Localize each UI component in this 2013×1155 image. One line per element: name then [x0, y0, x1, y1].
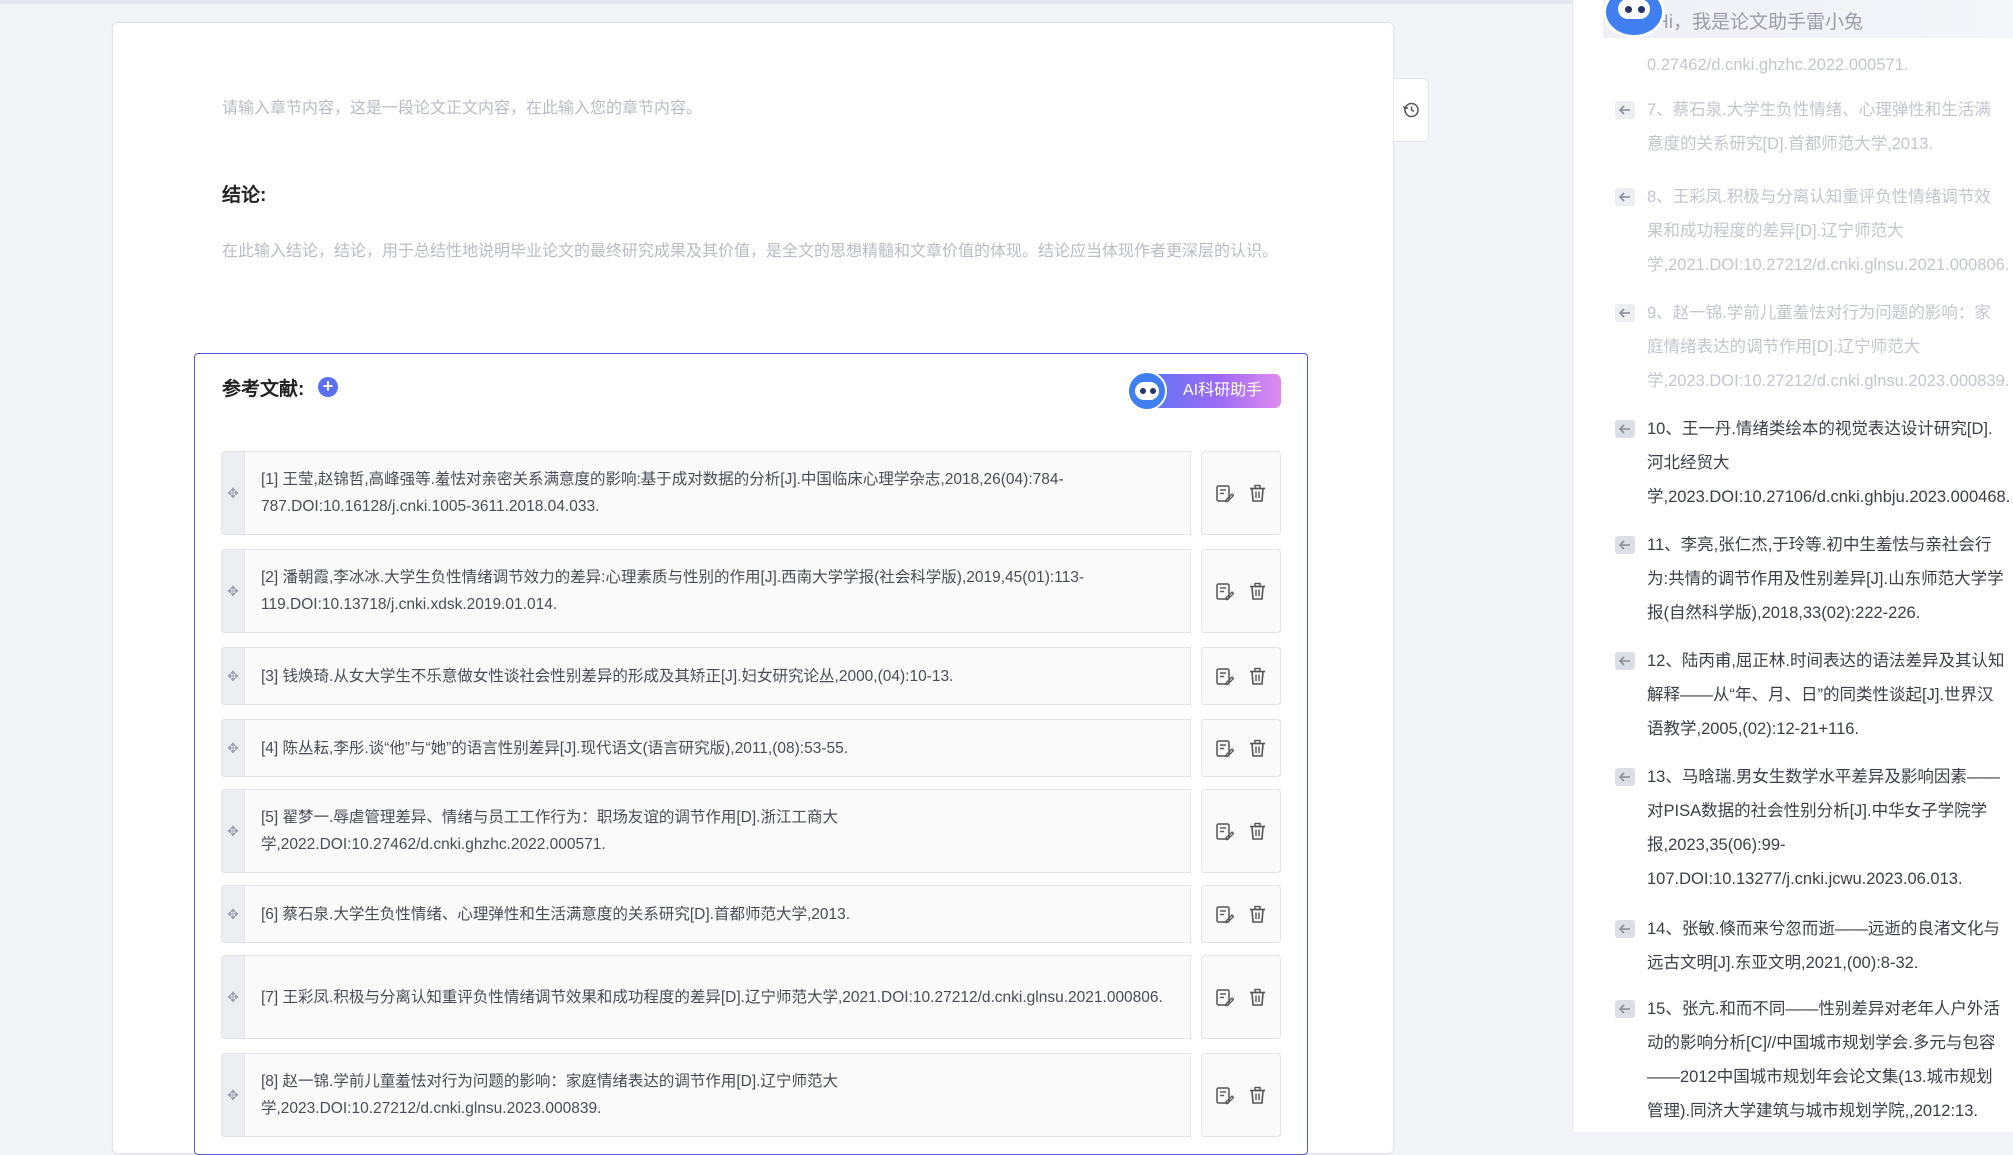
- delete-icon[interactable]: [1248, 582, 1267, 601]
- assistant-reference-text: 13、马晗瑞.男女生数学水平差异及影响因素——对PISA数据的社会性别分析[J]…: [1647, 768, 2000, 888]
- delete-icon[interactable]: [1248, 667, 1267, 686]
- references-panel: 参考文献: + AI科研助手 ✥ [1] 王莹,赵锦哲,高峰强等.羞怯对亲密关系满…: [194, 353, 1308, 1155]
- reference-text: [3] 钱焕琦.从女大学生不乐意做女性谈社会性别差异的形成及其矫正[J].妇女研…: [261, 667, 954, 685]
- delete-icon[interactable]: [1248, 905, 1267, 924]
- reference-text-field[interactable]: [4] 陈丛耘,李彤.谈“他”与“她”的语言性别差异[J].现代语文(语言研究版…: [245, 719, 1191, 777]
- history-button[interactable]: [1394, 78, 1429, 142]
- assistant-reference-text: 10、王一丹.情绪类绘本的视觉表达设计研究[D].河北经贸大学,2023.DOI…: [1647, 420, 2011, 506]
- edit-icon[interactable]: [1215, 988, 1234, 1007]
- reference-text: [5] 翟梦一.辱虐管理差异、情绪与员工工作行为：职场友谊的调节作用[D].浙江…: [261, 809, 838, 853]
- reference-text-field[interactable]: [8] 赵一锦.学前儿童羞怯对行为问题的影响：家庭情绪表达的调节作用[D].辽宁…: [245, 1053, 1191, 1137]
- reference-row: ✥ [6] 蔡石泉.大学生负性情绪、心理弹性和生活满意度的关系研究[D].首都师范…: [221, 885, 1283, 943]
- edit-icon[interactable]: [1215, 582, 1234, 601]
- ai-assistant-button[interactable]: AI科研助手: [1127, 371, 1281, 411]
- delete-icon[interactable]: [1248, 484, 1267, 503]
- edit-icon[interactable]: [1215, 739, 1234, 758]
- top-border: [0, 0, 1572, 4]
- drag-handle-icon[interactable]: ✥: [221, 647, 245, 705]
- reference-text: [6] 蔡石泉.大学生负性情绪、心理弹性和生活满意度的关系研究[D].首都师范大…: [261, 905, 851, 923]
- robot-avatar-icon: [1127, 371, 1167, 411]
- insert-arrow-icon[interactable]: [1615, 304, 1635, 322]
- drag-handle-icon[interactable]: ✥: [221, 955, 245, 1039]
- insert-arrow-icon[interactable]: [1615, 920, 1635, 938]
- delete-icon[interactable]: [1248, 822, 1267, 841]
- assistant-reference-text: 0.27462/d.cnki.ghzhc.2022.000571.: [1647, 56, 1909, 74]
- reference-actions: [1201, 647, 1281, 705]
- assistant-greeting: Hi，我是论文助手雷小兔: [1655, 12, 1863, 33]
- reference-actions: [1201, 451, 1281, 535]
- reference-text: [7] 王彩凤.积极与分离认知重评负性情绪调节效果和成功程度的差异[D].辽宁师…: [261, 988, 1163, 1006]
- assistant-header: Hi，我是论文助手雷小兔: [1603, 0, 2013, 38]
- conclusion-heading: 结论:: [222, 185, 267, 206]
- edit-icon[interactable]: [1215, 1086, 1234, 1105]
- reference-text-field[interactable]: [1] 王莹,赵锦哲,高峰强等.羞怯对亲密关系满意度的影响:基于成对数据的分析[…: [245, 451, 1191, 535]
- assistant-reference-text: 15、张亢.和而不同——性别差异对老年人户外活动的影响分析[C]//中国城市规划…: [1647, 1000, 2000, 1120]
- reference-row: ✥ [5] 翟梦一.辱虐管理差异、情绪与员工工作行为：职场友谊的调节作用[D].浙…: [221, 789, 1283, 873]
- reference-text-field[interactable]: [7] 王彩凤.积极与分离认知重评负性情绪调节效果和成功程度的差异[D].辽宁师…: [245, 955, 1191, 1039]
- reference-actions: [1201, 1053, 1281, 1137]
- insert-arrow-icon[interactable]: [1615, 1000, 1635, 1018]
- insert-arrow-icon[interactable]: [1615, 101, 1635, 119]
- delete-icon[interactable]: [1248, 739, 1267, 758]
- drag-handle-icon[interactable]: ✥: [221, 451, 245, 535]
- assistant-reference-text: 14、张敏.倏而来兮忽而逝——远逝的良渚文化与远古文明[J].东亚文明,2021…: [1647, 920, 2000, 972]
- drag-handle-icon[interactable]: ✥: [221, 885, 245, 943]
- insert-arrow-icon[interactable]: [1615, 768, 1635, 786]
- conclusion-placeholder[interactable]: 在此输入结论，结论，用于总结性地说明毕业论文的最终研究成果及其价值，是全文的思想…: [222, 236, 1282, 268]
- reference-text: [8] 赵一锦.学前儿童羞怯对行为问题的影响：家庭情绪表达的调节作用[D].辽宁…: [261, 1073, 838, 1117]
- insert-arrow-icon[interactable]: [1615, 536, 1635, 554]
- reference-text-field[interactable]: [6] 蔡石泉.大学生负性情绪、心理弹性和生活满意度的关系研究[D].首都师范大…: [245, 885, 1191, 943]
- drag-handle-icon[interactable]: ✥: [221, 1053, 245, 1137]
- reference-text: [2] 潘朝霞,李冰冰.大学生负性情绪调节效力的差异:心理素质与性别的作用[J]…: [261, 569, 1085, 613]
- drag-handle-icon[interactable]: ✥: [221, 789, 245, 873]
- section-content-placeholder[interactable]: 请输入章节内容，这是一段论文正文内容，在此输入您的章节内容。: [222, 93, 1272, 125]
- reference-row: ✥ [1] 王莹,赵锦哲,高峰强等.羞怯对亲密关系满意度的影响:基于成对数据的分析…: [221, 451, 1283, 535]
- reference-text: [4] 陈丛耘,李彤.谈“他”与“她”的语言性别差异[J].现代语文(语言研究版…: [261, 739, 849, 757]
- assistant-reference-text: 8、王彩凤.积极与分离认知重评负性情绪调节效果和成功程度的差异[D].辽宁师范大…: [1647, 188, 2010, 274]
- drag-handle-icon[interactable]: ✥: [221, 549, 245, 633]
- reference-text-field[interactable]: [3] 钱焕琦.从女大学生不乐意做女性谈社会性别差异的形成及其矫正[J].妇女研…: [245, 647, 1191, 705]
- reference-actions: [1201, 719, 1281, 777]
- drag-handle-icon[interactable]: ✥: [221, 719, 245, 777]
- edit-icon[interactable]: [1215, 905, 1234, 924]
- reference-row: ✥ [7] 王彩凤.积极与分离认知重评负性情绪调节效果和成功程度的差异[D].辽宁…: [221, 955, 1283, 1039]
- assistant-reference-text: 7、蔡石泉.大学生负性情绪、心理弹性和生活满意度的关系研究[D].首都师范大学,…: [1647, 101, 1991, 153]
- add-reference-button[interactable]: +: [318, 377, 338, 397]
- reference-text-field[interactable]: [2] 潘朝霞,李冰冰.大学生负性情绪调节效力的差异:心理素质与性别的作用[J]…: [245, 549, 1191, 633]
- assistant-reference-text: 11、李亮,张仁杰,于玲等.初中生羞怯与亲社会行为:共情的调节作用及性别差异[J…: [1647, 536, 2004, 622]
- assistant-panel: Hi，我是论文助手雷小兔 0.27462/d.cnki.ghzhc.2022.0…: [1572, 0, 2013, 1132]
- reference-row: ✥ [3] 钱焕琦.从女大学生不乐意做女性谈社会性别差异的形成及其矫正[J].妇女…: [221, 647, 1283, 705]
- edit-icon[interactable]: [1215, 667, 1234, 686]
- reference-row: ✥ [8] 赵一锦.学前儿童羞怯对行为问题的影响：家庭情绪表达的调节作用[D].辽…: [221, 1053, 1283, 1137]
- assistant-reference-text: 12、陆丙甫,屈正林.时间表达的语法差异及其认知解释——从“年、月、日”的同类性…: [1647, 652, 2005, 738]
- history-icon: [1402, 102, 1419, 118]
- edit-icon[interactable]: [1215, 484, 1234, 503]
- edit-icon[interactable]: [1215, 822, 1234, 841]
- insert-arrow-icon[interactable]: [1615, 652, 1635, 670]
- insert-arrow-icon[interactable]: [1615, 188, 1635, 206]
- reference-actions: [1201, 789, 1281, 873]
- assistant-reference-text: 9、赵一锦.学前儿童羞怯对行为问题的影响：家庭情绪表达的调节作用[D].辽宁师范…: [1647, 304, 2010, 390]
- reference-actions: [1201, 885, 1281, 943]
- delete-icon[interactable]: [1248, 988, 1267, 1007]
- reference-text: [1] 王莹,赵锦哲,高峰强等.羞怯对亲密关系满意度的影响:基于成对数据的分析[…: [261, 471, 1064, 515]
- reference-row: ✥ [4] 陈丛耘,李彤.谈“他”与“她”的语言性别差异[J].现代语文(语言研究…: [221, 719, 1283, 777]
- insert-arrow-icon[interactable]: [1615, 420, 1635, 438]
- references-title: 参考文献:: [222, 379, 305, 400]
- reference-text-field[interactable]: [5] 翟梦一.辱虐管理差异、情绪与员工工作行为：职场友谊的调节作用[D].浙江…: [245, 789, 1191, 873]
- delete-icon[interactable]: [1248, 1086, 1267, 1105]
- reference-row: ✥ [2] 潘朝霞,李冰冰.大学生负性情绪调节效力的差异:心理素质与性别的作用[J…: [221, 549, 1283, 633]
- reference-actions: [1201, 955, 1281, 1039]
- reference-actions: [1201, 549, 1281, 633]
